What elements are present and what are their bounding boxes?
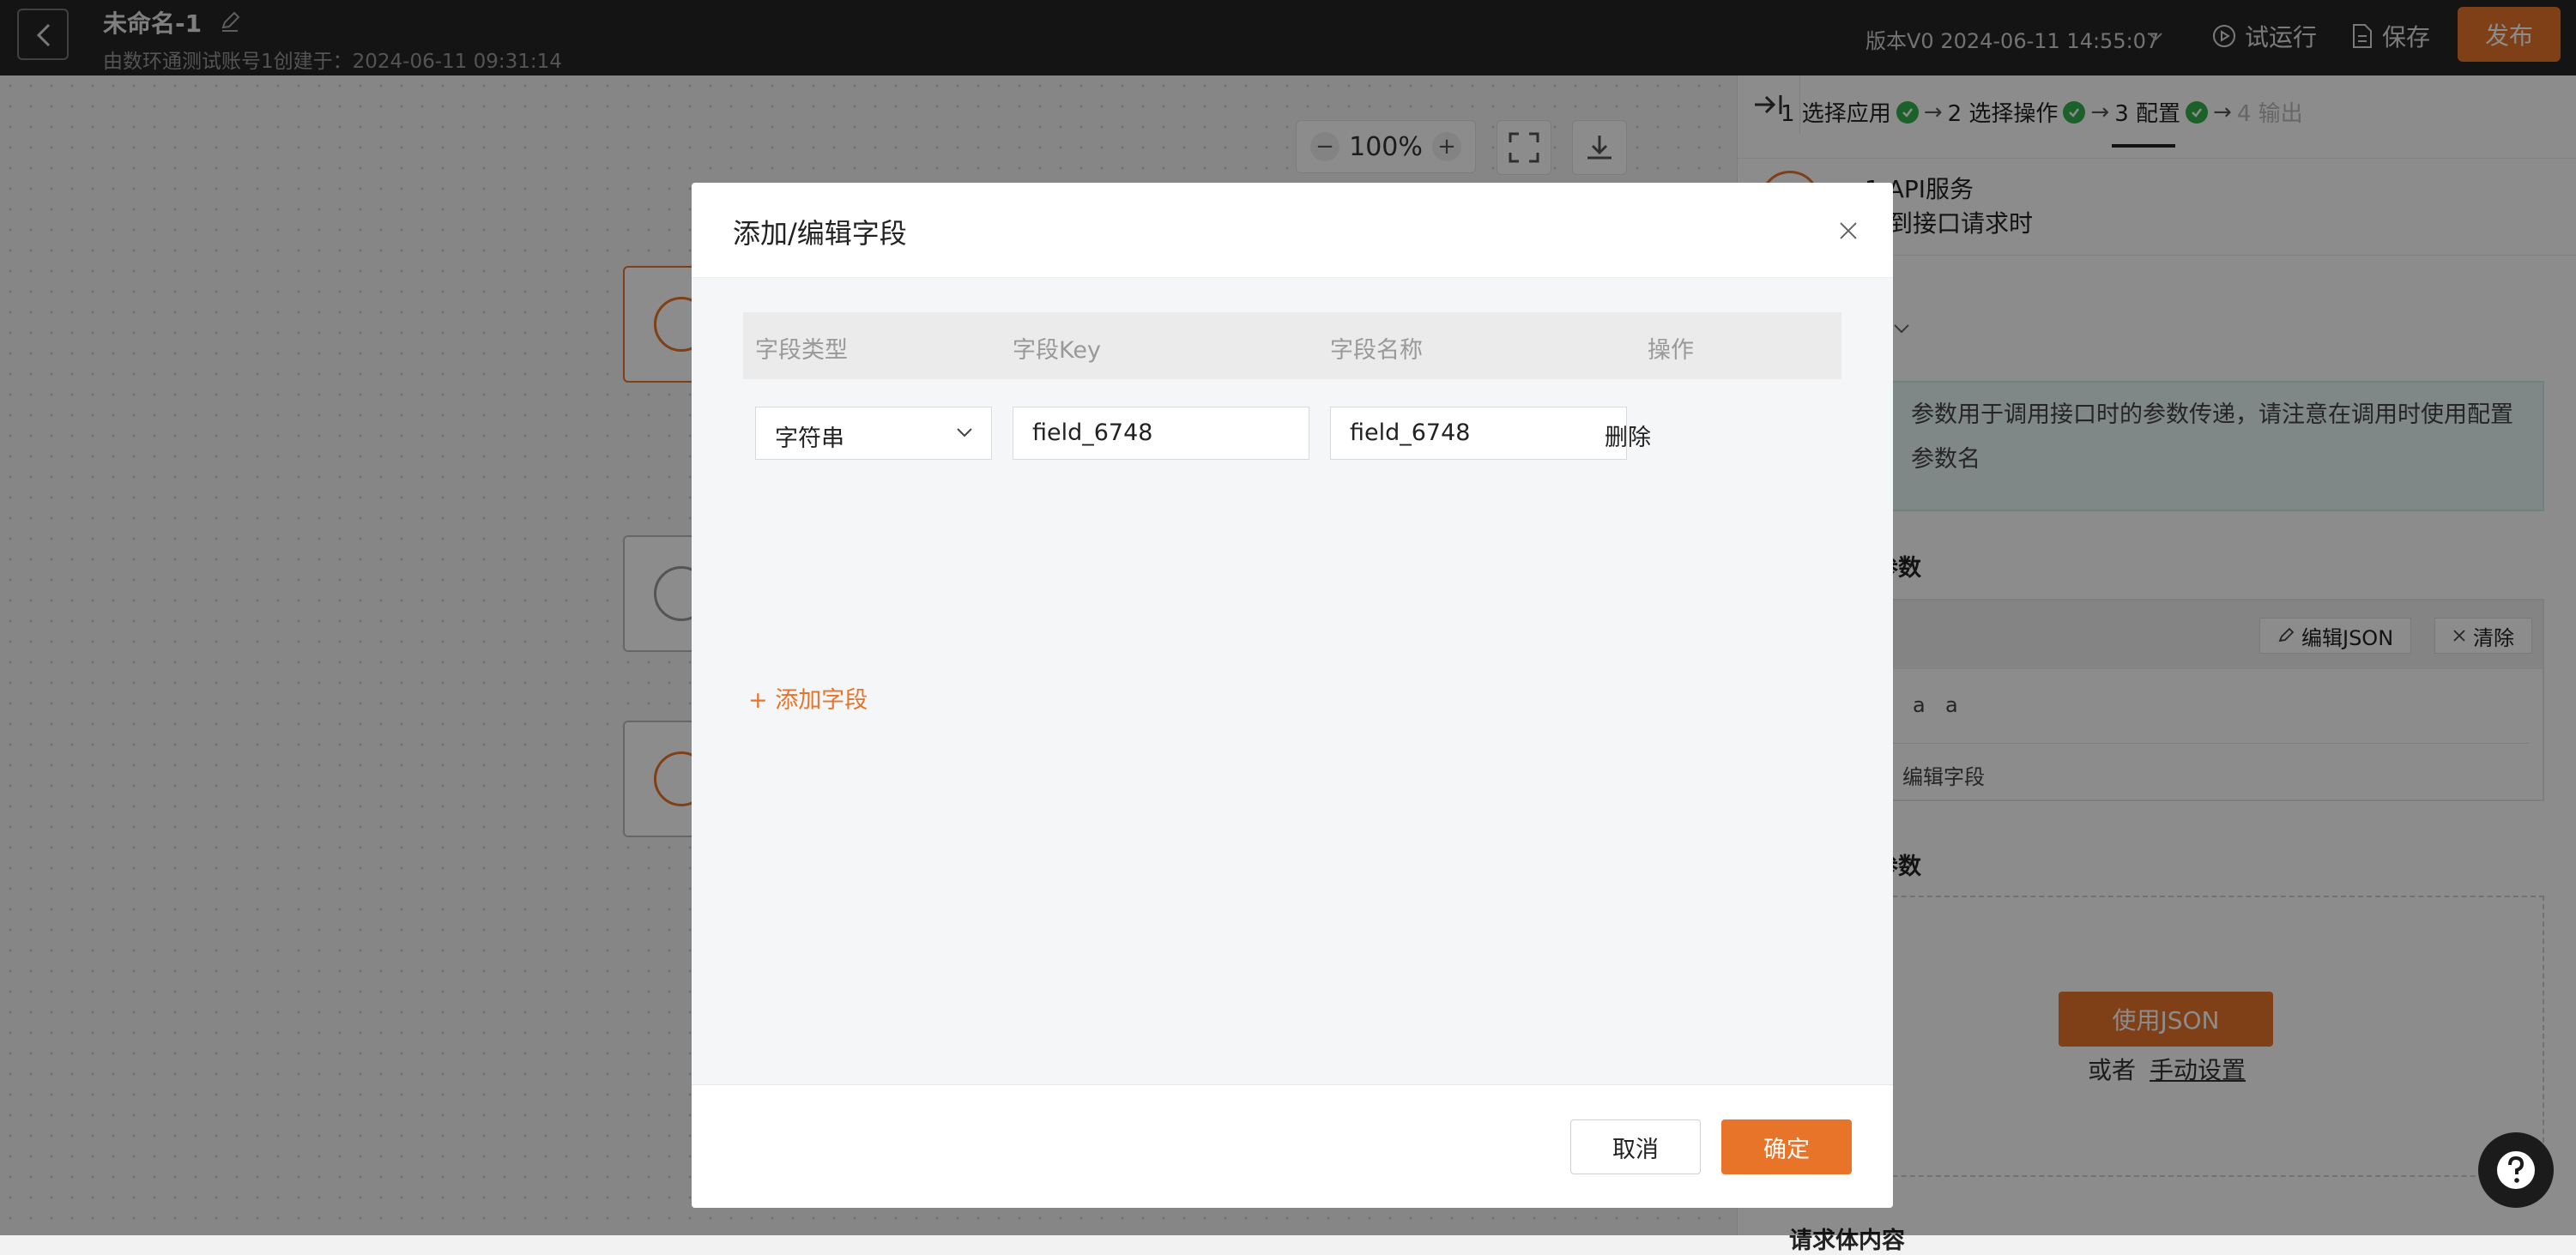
column-header: 字段名称 — [1330, 337, 1423, 364]
help-button[interactable] — [2478, 1132, 2554, 1208]
fields-table-header: 字段类型 字段Key 字段名称 操作 — [743, 312, 1841, 379]
field-type-select[interactable]: 字符串 — [755, 407, 992, 460]
edit-fields-dialog: 添加/编辑字段 字段类型 字段Key 字段名称 操作 字符串 field_674… — [692, 183, 1893, 1208]
column-header: 字段类型 — [755, 337, 848, 364]
add-field-button[interactable]: + 添加字段 — [748, 681, 868, 715]
confirm-button[interactable]: 确定 — [1721, 1119, 1852, 1174]
dialog-body: 字段类型 字段Key 字段名称 操作 字符串 field_6748 field_… — [692, 278, 1893, 1084]
close-icon — [1840, 222, 1857, 239]
help-icon — [2497, 1151, 2535, 1189]
column-header: 字段Key — [1013, 337, 1101, 364]
close-button[interactable] — [1833, 215, 1864, 246]
column-header: 操作 — [1648, 337, 1694, 364]
cancel-button[interactable]: 取消 — [1570, 1119, 1701, 1174]
delete-field-button[interactable]: 删除 — [1605, 419, 1651, 452]
dialog-header: 添加/编辑字段 — [692, 183, 1893, 278]
field-name-input[interactable]: field_6748 — [1330, 407, 1627, 460]
chevron-down-icon — [957, 428, 972, 437]
field-key-input[interactable]: field_6748 — [1013, 407, 1309, 460]
dialog-footer: 取消 确定 — [692, 1084, 1893, 1208]
field-type-value: 字符串 — [775, 425, 844, 452]
field-row: 字符串 field_6748 field_6748 删除 — [743, 407, 1841, 463]
dialog-title: 添加/编辑字段 — [733, 217, 907, 250]
